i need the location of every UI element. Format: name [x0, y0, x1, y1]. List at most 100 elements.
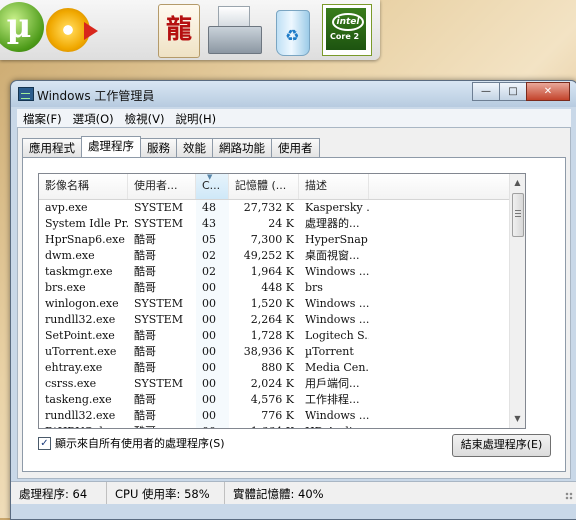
tab-performance[interactable]: 效能: [176, 138, 213, 157]
cell-user: 酷哥: [134, 233, 156, 246]
cell-user: 酷哥: [134, 265, 156, 278]
column-header-user[interactable]: 使用者...: [128, 174, 196, 199]
processes-panel: 影像名稱 使用者... ▼ C... 記憶體 (... 描述 avp.exe SY…: [22, 157, 566, 472]
cell-description: Windows ...: [305, 297, 369, 310]
cell-cpu: 02: [196, 264, 229, 280]
checkbox-check-icon[interactable]: ✓: [38, 436, 51, 450]
table-row[interactable]: brs.exe 酷哥 00 448 K brs: [39, 280, 510, 296]
column-header-memory[interactable]: 記憶體 (...: [229, 174, 299, 199]
table-row[interactable]: ehtray.exe 酷哥 00 880 K Media Cen...: [39, 360, 510, 376]
scroll-thumb[interactable]: [512, 193, 524, 237]
cell-description: 工作排程...: [305, 393, 360, 406]
resize-grip-icon[interactable]: [565, 492, 573, 500]
cell-description: 桌面視窗...: [305, 249, 360, 262]
table-row[interactable]: uTorrent.exe 酷哥 00 38,936 K µTorrent: [39, 344, 510, 360]
scroll-down-icon[interactable]: ▼: [510, 411, 525, 427]
title-bar[interactable]: Windows 工作管理員 — □ ✕: [11, 81, 576, 107]
end-process-button[interactable]: 結束處理程序(E): [452, 434, 551, 457]
menu-file[interactable]: 檔案(F): [17, 109, 67, 127]
cell-user: SYSTEM: [134, 201, 183, 214]
process-list[interactable]: 影像名稱 使用者... ▼ C... 記憶體 (... 描述 avp.exe SY…: [38, 173, 526, 429]
table-row[interactable]: taskmgr.exe 酷哥 02 1,964 K Windows ...: [39, 264, 510, 280]
intel-core2-icon[interactable]: intel Core 2: [322, 4, 372, 56]
table-row[interactable]: dwm.exe 酷哥 02 49,252 K 桌面視窗...: [39, 248, 510, 264]
cell-memory: 27,732 K: [243, 201, 294, 214]
table-row[interactable]: System Idle Pr... SYSTEM 43 24 K 處理器的...: [39, 216, 510, 232]
cell-image-name: RtHDVCpl.exe: [39, 424, 128, 428]
process-rows: avp.exe SYSTEM 48 27,732 K Kaspersky ... Syst…: [39, 200, 510, 428]
cell-cpu: 00: [196, 424, 229, 428]
cell-user: 酷哥: [134, 281, 156, 294]
minimize-button[interactable]: —: [472, 82, 500, 101]
table-row[interactable]: taskeng.exe 酷哥 00 4,576 K 工作排程...: [39, 392, 510, 408]
cell-cpu: 00: [196, 376, 229, 392]
cell-memory: 776 K: [261, 409, 294, 422]
close-button[interactable]: ✕: [526, 82, 570, 101]
recycle-bin-icon[interactable]: ♻: [272, 4, 312, 56]
cell-image-name: dwm.exe: [45, 249, 95, 262]
sort-arrow-icon: ▼: [207, 174, 213, 181]
table-row[interactable]: rundll32.exe SYSTEM 00 2,264 K Windows ...: [39, 312, 510, 328]
table-row[interactable]: avp.exe SYSTEM 48 27,732 K Kaspersky ...: [39, 200, 510, 216]
tab-services[interactable]: 服務: [140, 138, 177, 157]
cell-memory: 1,728 K: [250, 329, 294, 342]
cell-memory: 1,520 K: [250, 297, 294, 310]
menu-help[interactable]: 說明(H): [169, 109, 221, 127]
cell-cpu: 48: [196, 200, 229, 216]
tab-processes[interactable]: 處理程序: [81, 136, 141, 157]
tab-users[interactable]: 使用者: [271, 138, 320, 157]
show-all-users-checkbox[interactable]: ✓ 顯示來自所有使用者的處理程序(S): [38, 435, 225, 451]
cd-player-icon[interactable]: [46, 8, 98, 52]
table-row[interactable]: RtHDVCpl.exe酷哥001,664 KHD Audio...: [39, 424, 510, 428]
cell-user: 酷哥: [134, 393, 156, 406]
tab-strip: 應用程式 處理程序 服務 效能 網路功能 使用者: [22, 136, 320, 157]
tab-networking[interactable]: 網路功能: [212, 138, 272, 157]
cell-image-name: uTorrent.exe: [45, 345, 117, 358]
cell-description: µTorrent: [305, 345, 354, 358]
table-row[interactable]: winlogon.exe SYSTEM 00 1,520 K Windows ...: [39, 296, 510, 312]
utorrent-icon[interactable]: µ: [0, 2, 44, 52]
table-row[interactable]: HprSnap6.exe 酷哥 05 7,300 K HyperSnap: [39, 232, 510, 248]
menu-bar: 檔案(F) 選項(O) 檢視(V) 說明(H): [17, 109, 571, 127]
show-all-users-label: 顯示來自所有使用者的處理程序(S): [55, 437, 225, 450]
status-physical-memory: 實體記憶體: 40%: [233, 487, 324, 501]
task-manager-icon: [18, 87, 34, 101]
status-bar: 處理程序: 64 CPU 使用率: 58% 實體記憶體: 40%: [11, 481, 576, 504]
cell-description: HD Audio...: [299, 424, 369, 428]
cell-image-name: HprSnap6.exe: [45, 233, 125, 246]
cell-image-name: rundll32.exe: [45, 409, 116, 422]
cell-description: Media Cen...: [305, 361, 369, 374]
cell-cpu: 00: [196, 408, 229, 424]
cell-cpu: 00: [196, 328, 229, 344]
vertical-scrollbar[interactable]: ▲ ▼: [509, 174, 525, 428]
maximize-button[interactable]: □: [499, 82, 527, 101]
cell-memory: 4,576 K: [250, 393, 294, 406]
table-row[interactable]: SetPoint.exe 酷哥 00 1,728 K Logitech S...: [39, 328, 510, 344]
column-header-cpu[interactable]: ▼ C...: [196, 174, 229, 199]
cell-memory: 38,936 K: [243, 345, 294, 358]
cell-image-name: csrss.exe: [45, 377, 97, 390]
cell-image-name: winlogon.exe: [45, 297, 119, 310]
cell-image-name: avp.exe: [45, 201, 88, 214]
scroll-up-icon[interactable]: ▲: [510, 175, 525, 191]
toolbox-icon[interactable]: [208, 4, 262, 54]
cell-memory: 1,664 K: [229, 424, 299, 428]
tab-applications[interactable]: 應用程式: [22, 138, 82, 157]
cell-description: 用戶端伺...: [305, 377, 360, 390]
cell-cpu: 05: [196, 232, 229, 248]
table-row[interactable]: rundll32.exe 酷哥 00 776 K Windows ...: [39, 408, 510, 424]
menu-view[interactable]: 檢視(V): [119, 109, 170, 127]
mahjong-icon[interactable]: 龍: [158, 4, 200, 58]
desktop-dock: µ 龍 ♻ intel Core 2: [0, 0, 380, 60]
cell-image-name: brs.exe: [45, 281, 86, 294]
cell-description: HyperSnap: [305, 233, 368, 246]
column-header-description[interactable]: 描述: [299, 174, 369, 199]
table-row[interactable]: csrss.exe SYSTEM 00 2,024 K 用戶端伺...: [39, 376, 510, 392]
menu-options[interactable]: 選項(O): [67, 109, 119, 127]
cell-cpu: 00: [196, 392, 229, 408]
column-header-image-name[interactable]: 影像名稱: [39, 174, 128, 199]
cell-memory: 2,264 K: [250, 313, 294, 326]
cell-user: 酷哥: [134, 345, 156, 358]
column-header-row: 影像名稱 使用者... ▼ C... 記憶體 (... 描述: [39, 174, 510, 200]
cell-description: Windows ...: [305, 409, 369, 422]
